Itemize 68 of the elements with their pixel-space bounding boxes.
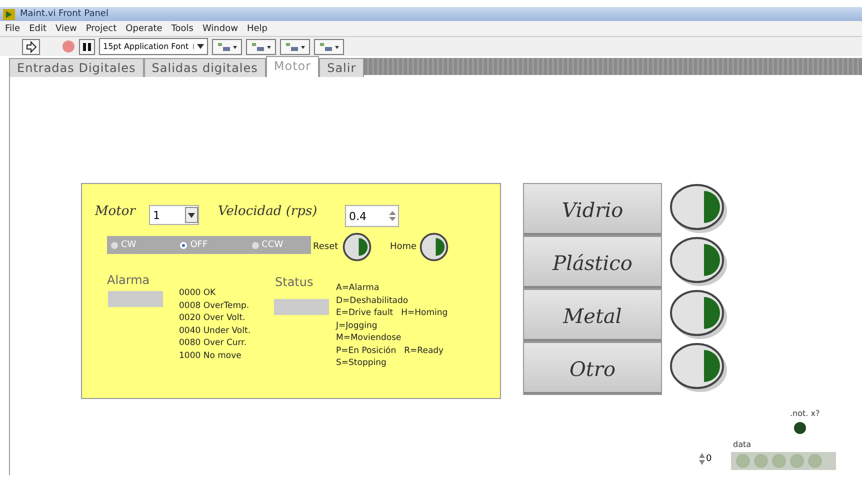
motor-selector[interactable]: 1 — [149, 205, 199, 225]
reset-button[interactable] — [342, 232, 372, 262]
status-code: S=Stopping — [336, 357, 386, 370]
menu-item[interactable]: Project — [86, 24, 117, 34]
status-code: H=Homing — [401, 307, 448, 320]
alarm-code: 0080 Over Curr. — [179, 337, 248, 350]
alarm-label: Alarma — [107, 273, 150, 287]
status-code: A=Alarma — [336, 282, 380, 294]
menu-item[interactable]: Tools — [171, 24, 194, 34]
pause-button[interactable] — [79, 38, 95, 54]
home-button[interactable] — [419, 232, 449, 262]
status-code: D=Deshabilitado — [336, 294, 408, 307]
alarm-code: 1000 No move — [179, 350, 242, 362]
tab[interactable]: Salir — [319, 58, 364, 77]
led-button[interactable] — [668, 340, 728, 394]
tab[interactable]: Salidas digitales — [144, 58, 266, 77]
array-index[interactable]: 0 — [706, 454, 712, 464]
spinner-icon[interactable] — [698, 451, 706, 467]
align-tool-icon — [318, 40, 340, 52]
alarm-code: 0000 OK — [179, 287, 217, 300]
status-code: M=Moviendose — [336, 332, 402, 344]
caret-icon — [196, 44, 204, 49]
caret-icon — [188, 212, 195, 218]
menu-item[interactable]: File — [5, 24, 20, 34]
menu-item[interactable]: Edit — [29, 24, 46, 34]
spinner-icon — [389, 210, 396, 222]
material-button[interactable]: Otro — [523, 342, 662, 395]
align-tool-button[interactable] — [212, 38, 242, 54]
align-tool-icon — [250, 40, 272, 52]
alarm-code: 0020 Over Volt. — [179, 312, 246, 324]
alarm-code: 0040 Under Volt. — [179, 324, 251, 337]
indicator-label: .not. x? — [790, 409, 820, 418]
material-button[interactable]: Vidrio — [523, 183, 662, 236]
status-indicator — [274, 299, 329, 315]
menu-item[interactable]: View — [56, 24, 77, 34]
status-code: R=Ready — [404, 344, 444, 357]
status-code: J=Jogging — [336, 320, 378, 332]
pause-icon — [82, 42, 92, 52]
alarm-code: 0008 OverTemp. — [179, 300, 250, 312]
home-label: Home — [390, 242, 417, 252]
status-label: Status — [275, 275, 314, 289]
speed-field[interactable]: 0.4 — [345, 205, 399, 227]
array-label: data — [733, 440, 752, 449]
menu-item[interactable]: Window — [202, 24, 238, 34]
arrow-icon — [25, 40, 37, 52]
tab[interactable]: Entradas Digitales — [9, 58, 144, 77]
menu-item[interactable]: Help — [246, 24, 268, 34]
align-tool-icon — [216, 40, 238, 52]
motor-label: Motor — [95, 204, 136, 219]
font-dropdown[interactable]: 15pt Application Font — [99, 38, 208, 55]
run-button[interactable] — [22, 38, 40, 54]
align-tool-button[interactable] — [280, 38, 310, 54]
speed-label: Velocidad (rps) — [218, 204, 318, 219]
window-title: Maint.vi Front Panel — [20, 9, 108, 19]
material-button[interactable]: Metal — [523, 289, 662, 342]
app-icon — [3, 8, 15, 20]
align-tool-button[interactable] — [314, 38, 344, 54]
reset-label: Reset — [313, 242, 338, 252]
material-button[interactable]: Plástico — [523, 236, 662, 289]
status-code: P=En Posición — [336, 344, 396, 357]
menu-item[interactable]: Operate — [126, 24, 162, 34]
alarm-indicator — [108, 291, 163, 307]
led-button[interactable] — [668, 234, 728, 288]
align-tool-button[interactable] — [246, 38, 276, 54]
led-button[interactable] — [668, 181, 728, 235]
status-code: E=Drive fault — [336, 307, 394, 320]
align-tool-icon — [284, 40, 306, 52]
led-button[interactable] — [668, 287, 728, 341]
